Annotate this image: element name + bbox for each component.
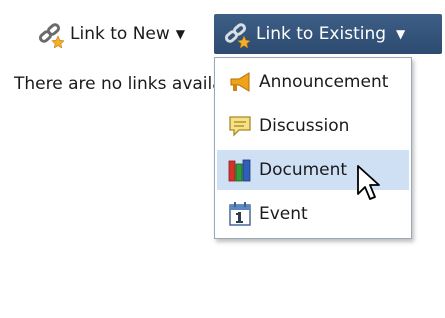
empty-links-message: There are no links available. bbox=[14, 74, 219, 94]
link-to-existing-button[interactable]: Link to Existing ▼ bbox=[214, 14, 442, 54]
calendar-icon bbox=[227, 201, 253, 227]
link-to-new-label: Link to New bbox=[70, 24, 170, 44]
link-to-existing-label: Link to Existing bbox=[256, 24, 387, 44]
menu-item-label: Announcement bbox=[259, 72, 389, 92]
chain-link-existing-icon bbox=[222, 20, 251, 49]
mouse-pointer-icon bbox=[356, 164, 382, 202]
books-icon bbox=[227, 157, 253, 183]
menu-item-discussion[interactable]: Discussion bbox=[217, 106, 409, 146]
link-to-existing-menu: Announcement Discussion Document Event bbox=[214, 57, 412, 239]
link-to-new-button[interactable]: Link to New ▼ bbox=[32, 14, 212, 54]
menu-item-announcement[interactable]: Announcement bbox=[217, 62, 409, 102]
chain-link-new-icon bbox=[36, 20, 65, 49]
speech-bubble-icon bbox=[227, 113, 253, 139]
chevron-down-icon: ▼ bbox=[396, 27, 406, 41]
megaphone-icon bbox=[227, 69, 253, 95]
menu-item-label: Discussion bbox=[259, 116, 350, 136]
menu-item-label: Document bbox=[259, 160, 348, 180]
menu-item-label: Event bbox=[259, 204, 308, 224]
link-panel: Link to New ▼ Link to Existing ▼ There a… bbox=[0, 0, 445, 318]
chevron-down-icon: ▼ bbox=[175, 27, 186, 41]
